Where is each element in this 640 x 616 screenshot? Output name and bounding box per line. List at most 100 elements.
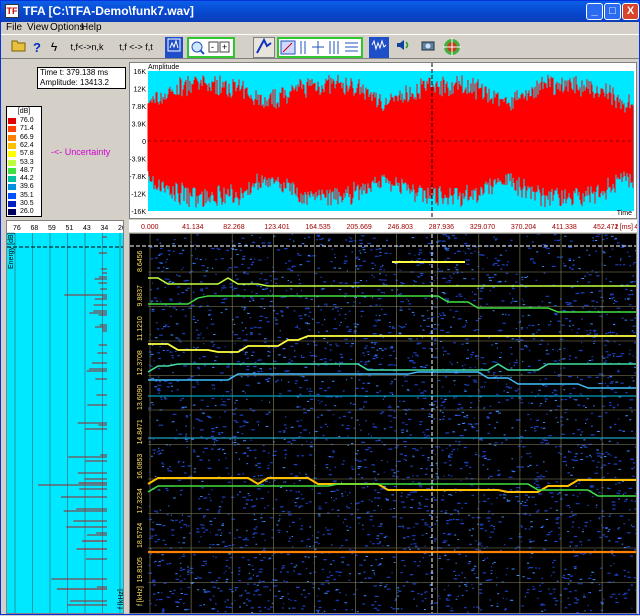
app-window: TF TFA [C:\TFA-Demo\funk7.wav] _ □ X Fil… bbox=[0, 0, 640, 615]
time-tick-label: 329.070 bbox=[470, 224, 495, 231]
app-icon[interactable]: TF bbox=[5, 4, 19, 18]
cursor-time: Time t: 379.138 ms bbox=[40, 68, 109, 77]
svg-text:+: + bbox=[222, 42, 227, 52]
amplitude-tick-label: 12K bbox=[134, 87, 147, 94]
zoom-controls[interactable]: - + bbox=[187, 37, 235, 58]
time-tick-label: 205.669 bbox=[347, 224, 372, 231]
legend-entry: 53.3 bbox=[7, 159, 41, 167]
legend-value: 62.4 bbox=[20, 141, 34, 149]
energy-tick-label: 43 bbox=[83, 225, 91, 232]
speaker-icon[interactable] bbox=[393, 37, 413, 58]
amplitude-x-label: Time bbox=[617, 210, 632, 217]
legend-value: 39.6 bbox=[20, 183, 34, 191]
energy-plot[interactable]: 76 68 59 51 43 34 26 Energy [dB] f [kHz] bbox=[6, 220, 126, 614]
menu-view[interactable]: View bbox=[27, 22, 49, 33]
legend-swatch bbox=[8, 167, 16, 174]
legend-value: 71.4 bbox=[20, 125, 34, 133]
camera-icon[interactable] bbox=[419, 37, 437, 58]
spectrogram-background bbox=[130, 234, 636, 613]
magnifier-icon: - + bbox=[191, 41, 230, 55]
maximize-button[interactable]: □ bbox=[604, 3, 621, 20]
freq-tick-label: 12.3708 bbox=[137, 350, 144, 375]
freq-tick-label: 14.8471 bbox=[137, 419, 144, 444]
uncertainty-label: -<- Uncertainty bbox=[51, 147, 111, 157]
energy-tick-label: 68 bbox=[31, 225, 39, 232]
legend-entry: 30.5 bbox=[7, 200, 41, 208]
legend-entry: 39.6 bbox=[7, 183, 41, 191]
amplitude-tick-label: -16K bbox=[131, 209, 146, 216]
legend-entry: 62.4 bbox=[7, 142, 41, 150]
toolbar: ? ϟ t,f<->n,k t,f <-> f,t - + bbox=[1, 34, 639, 59]
energy-tick-label: 51 bbox=[66, 225, 74, 232]
amplitude-title: Amplitude bbox=[148, 64, 179, 71]
time-unit: t [ms] bbox=[616, 224, 633, 231]
spectrogram[interactable]: 8.6456 9.8837 11.1210 12.3708 13.6090 14.8471… bbox=[129, 233, 640, 614]
legend-value: 35.1 bbox=[20, 191, 34, 199]
time-tick-label: 0.000 bbox=[141, 224, 159, 231]
amplitude-tick-label: -12K bbox=[131, 192, 146, 199]
marker-tools[interactable] bbox=[277, 37, 363, 58]
freq-tick-label: 17.3234 bbox=[137, 488, 144, 513]
time-tick-label: 411.338 bbox=[552, 224, 577, 231]
cursor-info: Time t: 379.138 ms Amplitude: 13413.2 bbox=[37, 67, 126, 89]
legend-unit: [dB] bbox=[17, 108, 31, 115]
swap-tf-nk-button[interactable]: t,f<->n,k bbox=[65, 37, 109, 58]
legend-value: 26.0 bbox=[20, 208, 34, 216]
minimize-button[interactable]: _ bbox=[586, 3, 603, 20]
color-legend: [dB] 76.0 71.4 66.9 62.4 57.8 53.3 48.7 44.2 39.… bbox=[6, 106, 42, 217]
title-bar[interactable]: TF TFA [C:\TFA-Demo\funk7.wav] _ □ X bbox=[1, 1, 639, 22]
freq-tick-label: 9.8837 bbox=[137, 285, 144, 307]
lightning-icon[interactable]: ϟ bbox=[47, 37, 61, 58]
legend-swatch bbox=[8, 184, 16, 191]
close-button[interactable]: X bbox=[622, 3, 639, 20]
legend-value: 66.9 bbox=[20, 133, 34, 141]
legend-entry: 35.1 bbox=[7, 192, 41, 200]
time-tick-label: 287.936 bbox=[429, 224, 454, 231]
cursor-tool-icon[interactable] bbox=[253, 37, 275, 58]
legend-value: 53.3 bbox=[20, 158, 34, 166]
legend-value: 48.7 bbox=[20, 166, 34, 174]
cursor-amplitude: Amplitude: 13413.2 bbox=[40, 78, 109, 87]
question-icon[interactable]: ? bbox=[29, 37, 45, 58]
energy-tick-label: 59 bbox=[48, 225, 56, 232]
freq-tick-label: 13.6090 bbox=[137, 385, 144, 410]
freq-tick-label: 18.5724 bbox=[137, 523, 144, 548]
amplitude-tick-label: 3.9K bbox=[132, 122, 147, 129]
legend-entry: 26.0 bbox=[7, 208, 41, 216]
time-tick-label: 82.268 bbox=[223, 224, 245, 231]
freq-tick-label: 16.0853 bbox=[137, 454, 144, 479]
time-tick-label: 493.605 bbox=[634, 224, 637, 231]
time-tick-label: 41.134 bbox=[182, 224, 204, 231]
waveform-icon[interactable] bbox=[369, 37, 389, 58]
time-tick-label: 452.472 bbox=[593, 224, 618, 231]
legend-entry: 76.0 bbox=[7, 117, 41, 125]
spectrum-view-icon[interactable] bbox=[165, 37, 183, 58]
legend-value: 57.8 bbox=[20, 150, 34, 158]
swap-tf-ft-button[interactable]: t,f <-> f,t bbox=[111, 37, 161, 58]
folder-open-icon[interactable] bbox=[9, 37, 29, 58]
amplitude-plot[interactable]: Amplitude 16K 12K 7.8K 3.9K 0 -3.9K -7.8K -12K -1… bbox=[129, 62, 637, 219]
amplitude-tick-label: 7.8K bbox=[132, 104, 147, 111]
menu-file[interactable]: File bbox=[6, 22, 22, 33]
menu-bar: File View Options Help bbox=[1, 22, 639, 34]
freq-tick-label: 11.1210 bbox=[137, 316, 144, 341]
legend-entry: 48.7 bbox=[7, 167, 41, 175]
menu-options[interactable]: Options bbox=[50, 22, 84, 33]
menu-help[interactable]: Help bbox=[81, 22, 102, 33]
legend-swatch bbox=[8, 142, 16, 149]
time-axis: 0.000 41.134 82.268 123.401 164.535 205.669 24… bbox=[129, 220, 640, 232]
legend-swatch bbox=[8, 209, 16, 216]
amplitude-tick-label: 0 bbox=[142, 139, 146, 146]
energy-freq-label: f [kHz] bbox=[118, 589, 123, 609]
energy-y-label: Energy [dB] bbox=[8, 232, 15, 269]
amplitude-tick-label: -7.8K bbox=[130, 174, 146, 181]
energy-tick-label: 34 bbox=[101, 225, 109, 232]
freq-tick-label: 19.8105 bbox=[137, 557, 144, 582]
legend-entry: 44.2 bbox=[7, 175, 41, 183]
legend-value: 44.2 bbox=[20, 175, 34, 183]
legend-value: 30.5 bbox=[20, 200, 34, 207]
legend-entry: 57.8 bbox=[7, 150, 41, 158]
target-icon[interactable] bbox=[441, 37, 463, 58]
legend-entry: 71.4 bbox=[7, 125, 41, 133]
freq-tick-label: f [kHz] bbox=[137, 586, 144, 606]
